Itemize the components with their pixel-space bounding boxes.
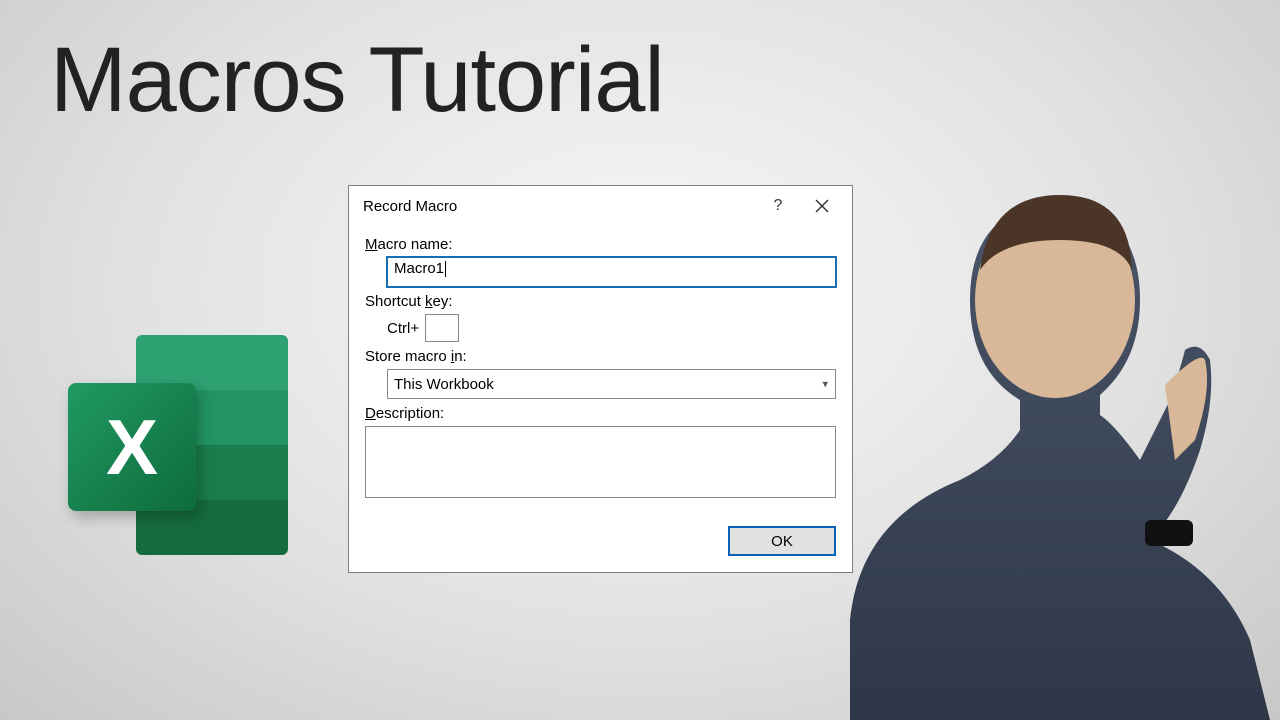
ctrl-plus-label: Ctrl+ — [387, 320, 419, 337]
excel-logo-letter: X — [106, 402, 158, 493]
excel-logo-front: X — [68, 383, 196, 511]
description-label: Description: — [365, 405, 836, 422]
presenter-photo — [800, 100, 1280, 720]
excel-logo: X — [58, 335, 288, 565]
shortcut-key-label: Shortcut key: — [365, 293, 836, 310]
store-macro-in-label: Store macro in: — [365, 348, 836, 365]
record-macro-dialog: Record Macro ? Macro name: Macro1 Shortc… — [348, 185, 853, 573]
close-button[interactable] — [800, 187, 844, 225]
dialog-titlebar[interactable]: Record Macro ? — [349, 186, 852, 226]
ok-button[interactable]: OK — [728, 526, 836, 556]
help-button[interactable]: ? — [756, 187, 800, 225]
store-macro-in-value: This Workbook — [394, 376, 494, 393]
close-icon — [815, 199, 829, 213]
macro-name-label: Macro name: — [365, 236, 836, 253]
macro-name-input[interactable]: Macro1 — [387, 257, 836, 287]
dialog-title: Record Macro — [363, 198, 756, 215]
shortcut-key-input[interactable] — [425, 314, 459, 342]
description-input[interactable] — [365, 426, 836, 498]
store-macro-in-select[interactable]: This Workbook — [387, 369, 836, 399]
page-title: Macros Tutorial — [50, 28, 664, 133]
